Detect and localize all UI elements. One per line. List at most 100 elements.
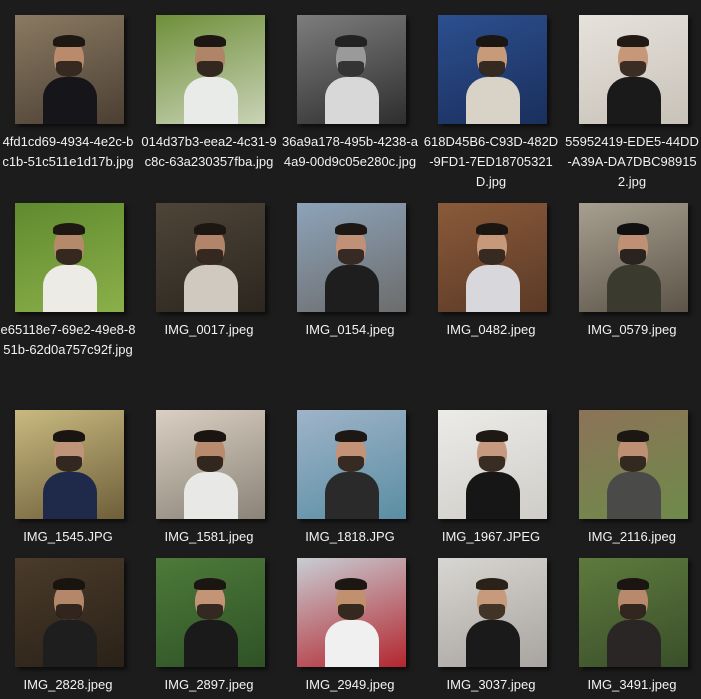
person-hair [617, 223, 649, 235]
person-beard [620, 61, 646, 77]
person-silhouette-body [325, 472, 379, 519]
person-hair [335, 35, 367, 47]
person-silhouette-body [466, 620, 520, 667]
person-beard [479, 604, 505, 620]
person-beard [56, 61, 82, 77]
photo-thumbnail-icon[interactable] [438, 410, 547, 519]
person-hair [617, 35, 649, 47]
person-beard [56, 604, 82, 620]
file-name-label[interactable]: 618D45B6-C93D-482D-9FD1-7ED18705321D.jpg [423, 132, 559, 192]
person-silhouette-body [43, 265, 97, 312]
photo-thumbnail-icon[interactable] [15, 203, 124, 312]
photo-thumbnail-icon[interactable] [579, 15, 688, 124]
photo-thumbnail-icon[interactable] [297, 203, 406, 312]
person-hair [53, 430, 85, 442]
photo-thumbnail-icon[interactable] [156, 15, 265, 124]
file-name-label[interactable]: IMG_0482.jpeg [423, 320, 559, 340]
person-hair [194, 578, 226, 590]
person-silhouette-body [184, 265, 238, 312]
file-name-label[interactable]: IMG_1581.jpeg [141, 527, 277, 547]
person-hair [335, 223, 367, 235]
photo-thumbnail-icon[interactable] [15, 558, 124, 667]
person-hair [335, 578, 367, 590]
person-hair [53, 578, 85, 590]
photo-thumbnail-icon[interactable] [579, 203, 688, 312]
person-beard [197, 604, 223, 620]
person-silhouette-body [184, 472, 238, 519]
person-beard [197, 61, 223, 77]
person-hair [476, 35, 508, 47]
file-name-label[interactable]: IMG_3037.jpeg [423, 675, 559, 695]
photo-thumbnail-icon[interactable] [297, 558, 406, 667]
file-name-label[interactable]: 4fd1cd69-4934-4e2c-bc1b-51c511e1d17b.jpg [0, 132, 136, 172]
file-name-label[interactable]: IMG_1545.JPG [0, 527, 136, 547]
person-hair [617, 578, 649, 590]
file-name-label[interactable]: IMG_2949.jpeg [282, 675, 418, 695]
file-name-label[interactable]: IMG_2116.jpeg [564, 527, 700, 547]
file-name-label[interactable]: IMG_1967.JPEG [423, 527, 559, 547]
photo-thumbnail-icon[interactable] [579, 558, 688, 667]
person-silhouette-body [325, 265, 379, 312]
photo-thumbnail-icon[interactable] [438, 15, 547, 124]
person-beard [56, 249, 82, 265]
file-name-label[interactable]: IMG_0579.jpeg [564, 320, 700, 340]
person-silhouette-body [325, 77, 379, 124]
file-name-label[interactable]: 014d37b3-eea2-4c31-9c8c-63a230357fba.jpg [141, 132, 277, 172]
person-beard [56, 456, 82, 472]
person-silhouette-body [43, 77, 97, 124]
person-hair [53, 223, 85, 235]
person-hair [476, 578, 508, 590]
person-silhouette-body [607, 620, 661, 667]
person-hair [335, 430, 367, 442]
person-silhouette-body [325, 620, 379, 667]
file-name-label[interactable]: 55952419-EDE5-44DD-A39A-DA7DBC989152.jpg [564, 132, 700, 192]
person-silhouette-body [466, 265, 520, 312]
photo-thumbnail-icon[interactable] [438, 558, 547, 667]
person-beard [620, 456, 646, 472]
photo-thumbnail-icon[interactable] [579, 410, 688, 519]
file-name-label[interactable]: IMG_0154.jpeg [282, 320, 418, 340]
person-silhouette-body [466, 77, 520, 124]
person-beard [479, 456, 505, 472]
person-hair [617, 430, 649, 442]
person-silhouette-body [607, 472, 661, 519]
person-beard [338, 604, 364, 620]
photo-thumbnail-icon[interactable] [15, 410, 124, 519]
file-explorer-grid: 4fd1cd69-4934-4e2c-bc1b-51c511e1d17b.jpg… [0, 0, 701, 699]
person-hair [476, 223, 508, 235]
file-name-label[interactable]: e65118e7-69e2-49e8-851b-62d0a757c92f.jpg [0, 320, 136, 360]
person-silhouette-body [607, 265, 661, 312]
person-hair [194, 35, 226, 47]
person-beard [620, 604, 646, 620]
person-beard [620, 249, 646, 265]
person-beard [338, 456, 364, 472]
person-silhouette-body [43, 472, 97, 519]
person-beard [338, 249, 364, 265]
file-name-label[interactable]: IMG_2897.jpeg [141, 675, 277, 695]
photo-thumbnail-icon[interactable] [297, 15, 406, 124]
person-silhouette-body [43, 620, 97, 667]
file-name-label[interactable]: IMG_1818.JPG [282, 527, 418, 547]
file-name-label[interactable]: IMG_3491.jpeg [564, 675, 700, 695]
person-hair [53, 35, 85, 47]
person-beard [479, 249, 505, 265]
photo-thumbnail-icon[interactable] [156, 203, 265, 312]
photo-thumbnail-icon[interactable] [438, 203, 547, 312]
photo-thumbnail-icon[interactable] [15, 15, 124, 124]
person-silhouette-body [466, 472, 520, 519]
person-hair [194, 430, 226, 442]
person-hair [194, 223, 226, 235]
photo-thumbnail-icon[interactable] [156, 558, 265, 667]
file-name-label[interactable]: IMG_2828.jpeg [0, 675, 136, 695]
person-silhouette-body [184, 620, 238, 667]
file-name-label[interactable]: IMG_0017.jpeg [141, 320, 277, 340]
person-hair [476, 430, 508, 442]
person-beard [479, 61, 505, 77]
person-beard [338, 61, 364, 77]
person-beard [197, 456, 223, 472]
photo-thumbnail-icon[interactable] [156, 410, 265, 519]
person-silhouette-body [184, 77, 238, 124]
person-silhouette-body [607, 77, 661, 124]
file-name-label[interactable]: 36a9a178-495b-4238-a4a9-00d9c05e280c.jpg [282, 132, 418, 172]
photo-thumbnail-icon[interactable] [297, 410, 406, 519]
